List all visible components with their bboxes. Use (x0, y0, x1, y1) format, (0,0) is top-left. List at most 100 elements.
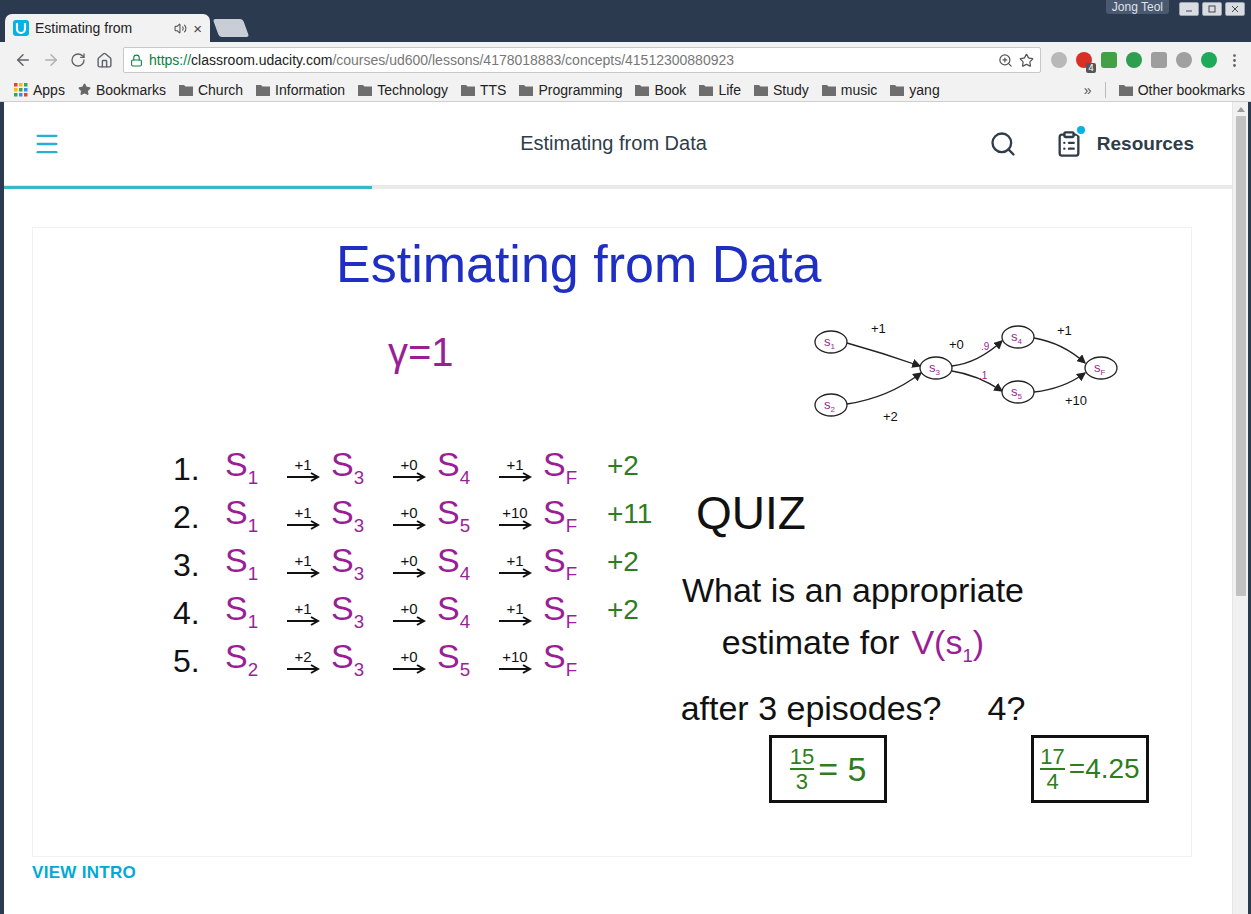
bookmark[interactable]: Apps (14, 82, 65, 98)
state: S3 (331, 494, 381, 536)
minimize-button[interactable] (1179, 2, 1199, 16)
minimize-icon (1185, 5, 1193, 13)
graph-node: sF (1085, 357, 1117, 379)
reward: +0 (400, 505, 417, 520)
extension-icon[interactable] (1126, 52, 1142, 68)
bookmark[interactable]: yang (890, 82, 939, 98)
state: SF (543, 638, 593, 680)
svg-text:.1: .1 (979, 370, 988, 381)
bookmark[interactable]: Programming (519, 82, 622, 98)
bookmark[interactable]: Technology (358, 82, 448, 98)
transition: +1 (275, 457, 331, 482)
state: SF (543, 590, 593, 632)
lock-icon (130, 54, 143, 67)
reward: +0 (400, 601, 417, 616)
bookmark[interactable]: TTS (461, 82, 506, 98)
bookmarks-overflow[interactable]: » (1084, 82, 1092, 98)
title-bar: Estimating from × Jong Teol (0, 0, 1251, 42)
extension-icon[interactable] (1201, 52, 1217, 68)
scrollbar[interactable] (1232, 102, 1248, 914)
answer-result: =4.25 (1069, 753, 1140, 785)
reload-icon[interactable] (70, 52, 86, 68)
zoom-icon[interactable] (998, 53, 1013, 68)
svg-text:.9: .9 (981, 341, 990, 352)
bookmark[interactable]: music (822, 82, 878, 98)
bookmark[interactable]: Study (754, 82, 809, 98)
scroll-thumb[interactable] (1236, 116, 1246, 596)
view-intro-link[interactable]: VIEW INTRO (32, 863, 1202, 883)
episode-row: 3.S1+1S3+0S4+1SF+2 (173, 536, 652, 584)
menu-icon[interactable] (1226, 52, 1243, 69)
graph-node: s5 (1002, 381, 1034, 403)
home-icon[interactable] (96, 52, 113, 69)
reward: +1 (294, 505, 311, 520)
resources-button[interactable]: Resources (1055, 130, 1194, 158)
graph-edge: +10 (1034, 373, 1087, 408)
state: S1 (225, 446, 275, 488)
content: Estimating from Dataγ=1+1+2+0.9.1+1+10s1… (4, 189, 1232, 914)
transition: +1 (487, 601, 543, 626)
address-bar[interactable]: https://classroom.udacity.com/courses/ud… (123, 47, 1041, 73)
reward: +0 (400, 457, 417, 472)
extension-icon[interactable] (1101, 52, 1117, 68)
star-icon[interactable] (1019, 53, 1034, 68)
whiteboard: Estimating from Dataγ=1+1+2+0.9.1+1+10s1… (32, 227, 1192, 857)
new-tab-button[interactable] (213, 19, 250, 37)
state: S5 (437, 494, 487, 536)
episode-number: 5. (173, 643, 225, 680)
speaker-icon[interactable] (174, 22, 187, 35)
other-bookmarks[interactable]: Other bookmarks (1119, 82, 1245, 98)
episode-total: +11 (607, 498, 652, 530)
scroll-up-icon[interactable] (1237, 107, 1245, 112)
search-icon[interactable] (989, 130, 1017, 158)
extension-icon[interactable] (1051, 52, 1067, 68)
main: Estimating from DataResourcesEstimating … (4, 102, 1232, 914)
svg-text:s2: s2 (824, 397, 836, 414)
episode-total: +2 (607, 594, 639, 626)
profile-name[interactable]: Jong Teol (1106, 0, 1169, 14)
page: Estimating from DataResourcesEstimating … (4, 102, 1248, 914)
transition: +1 (275, 505, 331, 530)
fraction: 174 (1040, 745, 1064, 793)
state: S3 (331, 590, 381, 632)
transition: +0 (381, 649, 437, 674)
close-button[interactable] (1225, 2, 1245, 16)
bookmark[interactable]: Book (635, 82, 686, 98)
arrow-icon (498, 520, 532, 530)
tab-title: Estimating from (35, 20, 168, 36)
transition: +10 (487, 505, 543, 530)
extension-icon[interactable] (1176, 52, 1192, 68)
page-header: Estimating from DataResources (4, 102, 1232, 186)
graph-node: s3 (920, 357, 952, 379)
arrow-icon (286, 664, 320, 674)
browser-tab[interactable]: Estimating from × (5, 14, 210, 42)
extension-icon[interactable] (1151, 52, 1167, 68)
notification-dot (1075, 124, 1087, 136)
bookmark[interactable]: Life (699, 82, 741, 98)
folder-icon (461, 84, 475, 96)
transition: +10 (487, 649, 543, 674)
bookmark[interactable]: Bookmarks (78, 82, 166, 98)
transition: +0 (381, 601, 437, 626)
svg-text:s5: s5 (1011, 384, 1023, 401)
udacity-icon (13, 20, 29, 36)
gamma: γ=1 (388, 330, 454, 375)
state: SF (543, 494, 593, 536)
bookmark[interactable]: Church (179, 82, 243, 98)
reward: +2 (294, 649, 311, 664)
answer-box: 153= 5 (769, 735, 887, 803)
graph-edge: +2 (847, 373, 921, 424)
graph-node: s1 (815, 331, 847, 353)
forward-icon[interactable] (42, 51, 60, 69)
graph-edge: +1 (847, 321, 920, 366)
back-icon[interactable] (14, 51, 32, 69)
extension-icon[interactable]: 4 (1076, 52, 1092, 68)
hamburger-icon[interactable] (33, 130, 61, 158)
tab-close[interactable]: × (193, 20, 202, 37)
answer-result: = 5 (818, 750, 866, 789)
maximize-button[interactable] (1202, 2, 1222, 16)
graph-edge: +0.9 (949, 337, 1002, 366)
bookmark[interactable]: Information (256, 82, 345, 98)
state: S4 (437, 542, 487, 584)
url: https://classroom.udacity.com/courses/ud… (149, 52, 992, 68)
